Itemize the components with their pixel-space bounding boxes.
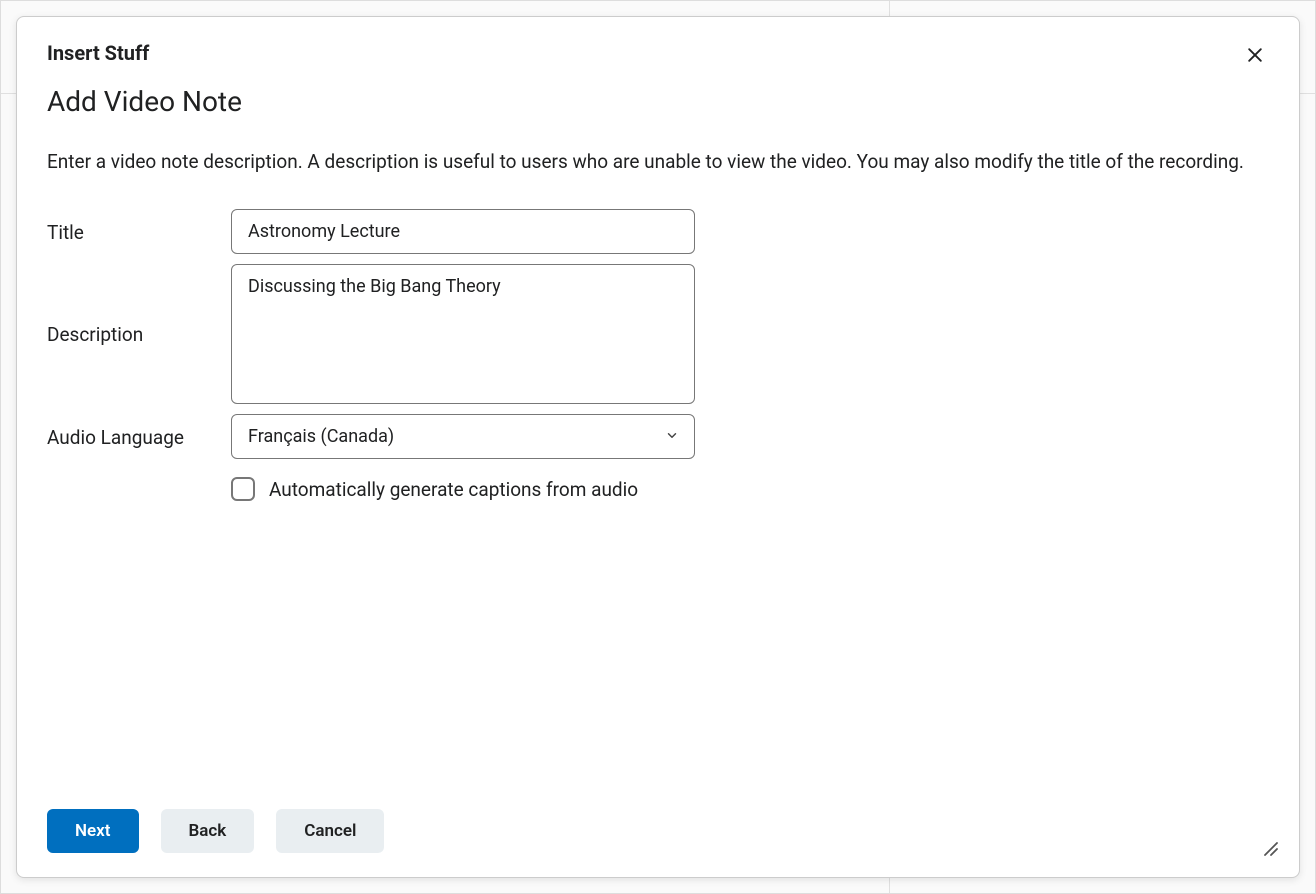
- modal-title: Insert Stuff: [47, 41, 149, 65]
- insert-stuff-modal: Insert Stuff Add Video Note Enter a vide…: [16, 16, 1300, 878]
- description-row: Description: [47, 264, 1269, 404]
- audio-language-label: Audio Language: [47, 414, 231, 449]
- description-textarea[interactable]: [231, 264, 695, 404]
- modal-footer: Next Back Cancel: [17, 789, 1299, 877]
- description-label: Description: [47, 323, 231, 346]
- next-button[interactable]: Next: [47, 809, 139, 853]
- resize-handle-icon[interactable]: [1259, 837, 1279, 857]
- title-row: Title: [47, 209, 1269, 254]
- back-button[interactable]: Back: [161, 809, 255, 853]
- title-label: Title: [47, 209, 231, 244]
- close-icon: [1245, 45, 1265, 65]
- title-input[interactable]: [231, 209, 695, 254]
- modal-header: Insert Stuff: [17, 17, 1299, 69]
- audio-language-select-wrap: Français (Canada): [231, 414, 695, 459]
- captions-checkbox-label[interactable]: Automatically generate captions from aud…: [269, 478, 638, 501]
- close-button[interactable]: [1241, 41, 1269, 69]
- modal-body: Enter a video note description. A descri…: [17, 118, 1299, 789]
- cancel-button[interactable]: Cancel: [276, 809, 384, 853]
- captions-checkbox[interactable]: [231, 477, 255, 501]
- audio-language-row: Audio Language Français (Canada): [47, 414, 1269, 459]
- modal-subtitle: Add Video Note: [17, 69, 1299, 118]
- audio-language-select[interactable]: Français (Canada): [231, 414, 695, 459]
- instruction-text: Enter a video note description. A descri…: [47, 146, 1269, 177]
- captions-checkbox-row: Automatically generate captions from aud…: [231, 477, 1269, 501]
